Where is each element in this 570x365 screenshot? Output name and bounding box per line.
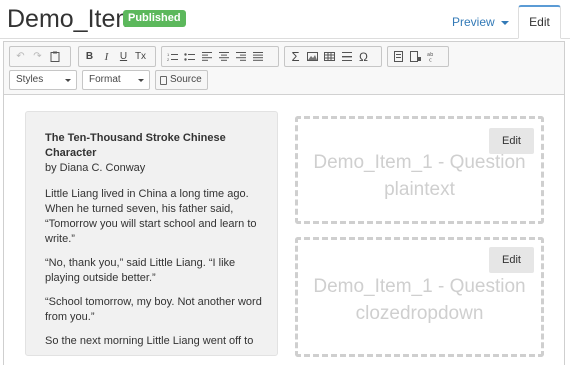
redo-icon[interactable]: ↷ bbox=[29, 48, 46, 65]
passage-paragraph: So the next morning Little Liang went of… bbox=[45, 335, 254, 347]
passage-paragraph: Little Liang lived in China a long time … bbox=[45, 188, 257, 245]
response-box-icon[interactable] bbox=[407, 48, 424, 65]
paste-text-icon[interactable] bbox=[46, 48, 63, 65]
undo-icon[interactable]: ↶ bbox=[12, 48, 29, 65]
passage-title: The Ten-Thousand Stroke Chinese Characte… bbox=[45, 132, 226, 159]
tab-preview[interactable]: Preview bbox=[444, 9, 517, 35]
bulleted-list-icon[interactable] bbox=[181, 48, 198, 65]
align-center-icon[interactable] bbox=[215, 48, 232, 65]
toolbar-group-misc: ab c bbox=[387, 46, 449, 67]
align-left-icon[interactable] bbox=[198, 48, 215, 65]
omega-special-char-icon[interactable]: Ω bbox=[355, 48, 372, 65]
styles-dropdown[interactable]: Styles bbox=[9, 70, 77, 90]
editor-content[interactable]: The Ten-Thousand Stroke Chinese Characte… bbox=[4, 96, 564, 365]
status-badge: Published bbox=[123, 10, 186, 27]
sigma-icon[interactable]: Σ bbox=[287, 48, 304, 65]
table-icon[interactable] bbox=[321, 48, 338, 65]
svg-text:2: 2 bbox=[167, 57, 170, 62]
question-widget-clozedropdown[interactable]: Edit Demo_Item_1 - Question clozedropdow… bbox=[295, 237, 544, 357]
toolbar-group-paragraph: 12 bbox=[161, 46, 279, 67]
passage-paragraph: “School tomorrow, my boy. Not another wo… bbox=[45, 296, 262, 323]
editor-toolbar: ↶ ↷ B I U Tx 12 Σ Ω ab c Styles Format S… bbox=[4, 42, 564, 95]
passage-panel: The Ten-Thousand Stroke Chinese Characte… bbox=[25, 111, 278, 356]
numbered-list-icon[interactable]: 12 bbox=[164, 48, 181, 65]
question-edit-button[interactable]: Edit bbox=[489, 247, 534, 273]
toolbar-group-basic-styles: B I U Tx bbox=[78, 46, 156, 67]
abc-icon[interactable]: ab c bbox=[424, 48, 441, 65]
tabs-divider bbox=[0, 38, 570, 39]
question-label: Demo_Item_1 - Question clozedropdown bbox=[313, 276, 526, 324]
source-button[interactable]: Source bbox=[155, 70, 208, 90]
underline-icon[interactable]: U bbox=[115, 48, 132, 65]
bold-icon[interactable]: B bbox=[81, 48, 98, 65]
format-dropdown-label: Format bbox=[89, 74, 121, 85]
styles-dropdown-label: Styles bbox=[16, 74, 44, 85]
chevron-down-icon bbox=[65, 79, 71, 82]
remove-format-icon[interactable]: Tx bbox=[132, 48, 149, 65]
passage-paragraph: “No, thank you,” said Little Liang. “I l… bbox=[45, 257, 236, 284]
tab-edit[interactable]: Edit bbox=[518, 5, 561, 39]
template-icon[interactable] bbox=[390, 48, 407, 65]
tab-preview-label: Preview bbox=[452, 15, 495, 29]
question-label: Demo_Item_1 - Question plaintext bbox=[313, 152, 526, 200]
chevron-down-icon bbox=[500, 20, 509, 25]
page-title: Demo_Item bbox=[7, 5, 137, 33]
justify-icon[interactable] bbox=[249, 48, 266, 65]
source-icon bbox=[160, 75, 167, 85]
align-right-icon[interactable] bbox=[232, 48, 249, 65]
page-header: Demo_Item Published Preview Edit bbox=[0, 0, 570, 39]
svg-text:c: c bbox=[429, 58, 432, 63]
toolbar-group-insert: Σ Ω bbox=[284, 46, 382, 67]
source-button-label: Source bbox=[170, 74, 202, 85]
question-widget-plaintext[interactable]: Edit Demo_Item_1 - Question plaintext bbox=[295, 116, 544, 224]
italic-icon[interactable]: I bbox=[98, 48, 115, 65]
toolbar-group-clipboard: ↶ ↷ bbox=[9, 46, 71, 67]
chevron-down-icon bbox=[138, 79, 144, 82]
image-icon[interactable] bbox=[304, 48, 321, 65]
horizontal-rule-icon[interactable] bbox=[338, 48, 355, 65]
passage-byline: by Diana C. Conway bbox=[45, 162, 146, 174]
format-dropdown[interactable]: Format bbox=[82, 70, 150, 90]
rich-text-editor: ↶ ↷ B I U Tx 12 Σ Ω ab c Styles Format S… bbox=[3, 41, 565, 365]
